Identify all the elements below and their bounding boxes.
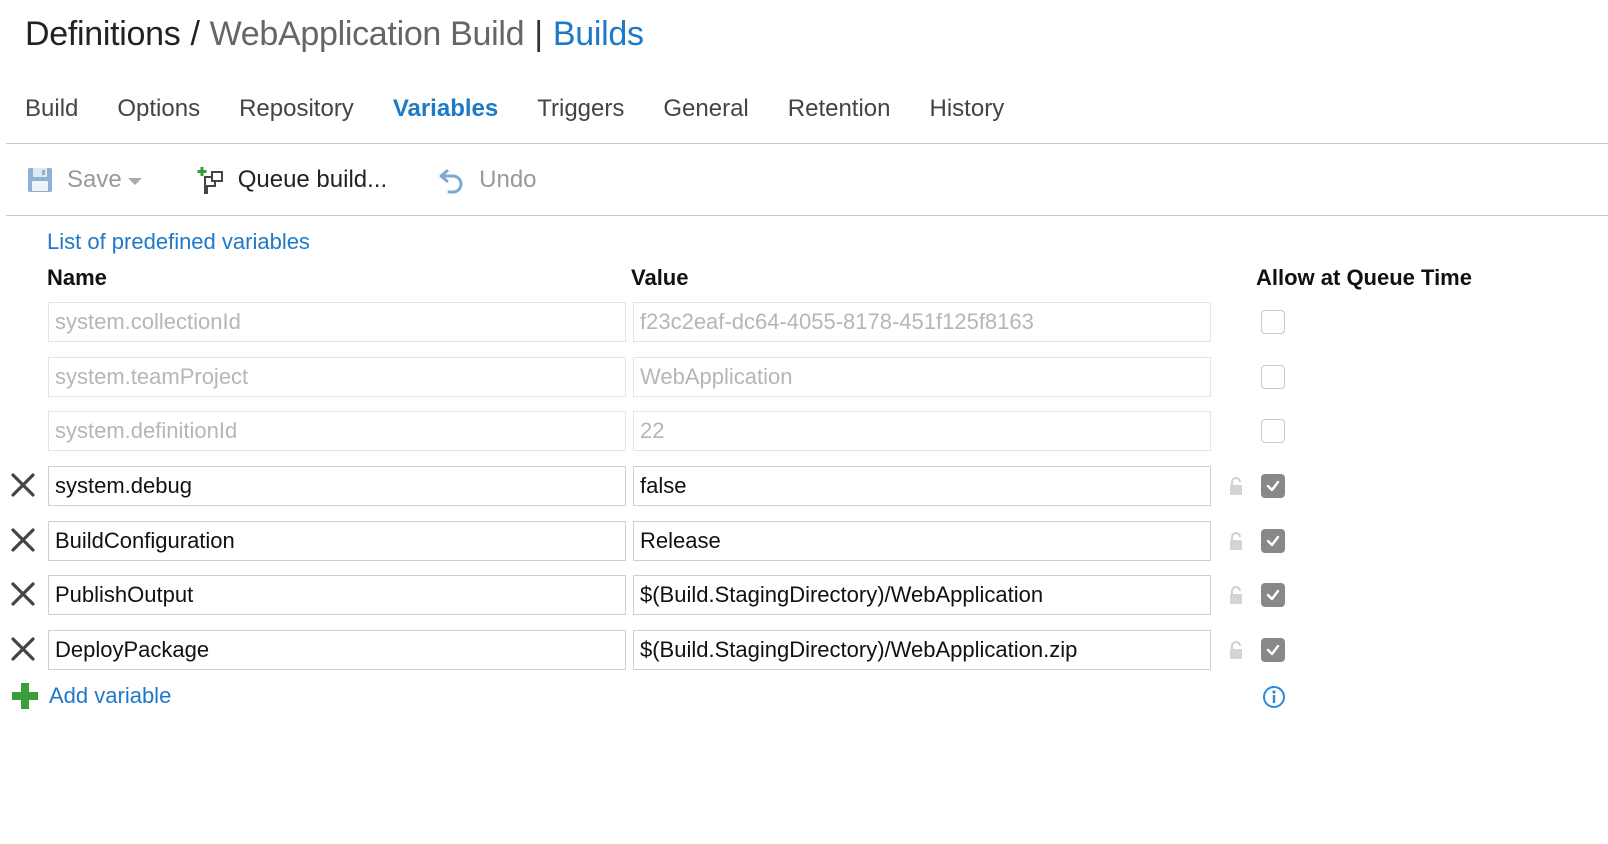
breadcrumb-separator: / <box>190 14 200 53</box>
remove-variable-icon[interactable] <box>8 525 38 555</box>
undo-icon <box>437 165 467 195</box>
tab-history[interactable]: History <box>930 95 1005 123</box>
tab-variables[interactable]: Variables <box>393 95 498 123</box>
allow-queue-checkbox[interactable] <box>1261 365 1285 389</box>
allow-queue-checkbox[interactable] <box>1261 419 1285 443</box>
variable-row <box>0 630 1608 670</box>
variable-value-field[interactable] <box>633 630 1211 670</box>
lock-icon[interactable] <box>1227 640 1245 660</box>
builds-link[interactable]: Builds <box>553 15 644 54</box>
variable-row <box>0 575 1608 615</box>
lock-icon[interactable] <box>1227 531 1245 551</box>
add-variable-label: Add variable <box>49 683 172 708</box>
column-header-name: Name <box>47 265 107 290</box>
tabs-divider <box>6 143 1608 144</box>
lock-icon[interactable] <box>1227 476 1245 496</box>
tab-retention[interactable]: Retention <box>788 95 891 123</box>
allow-queue-checkbox[interactable] <box>1261 310 1285 334</box>
queue-build-label: Queue build... <box>237 166 388 193</box>
tab-options[interactable]: Options <box>117 95 200 123</box>
column-header-allow-queue-time: Allow at Queue Time <box>1256 265 1472 290</box>
column-header-value: Value <box>631 265 689 290</box>
variable-name-field <box>48 411 626 451</box>
page-title: WebApplication Build <box>209 14 525 53</box>
save-label: Save <box>67 166 122 193</box>
remove-variable-icon[interactable] <box>8 634 38 664</box>
variable-value-field[interactable] <box>633 575 1211 615</box>
variable-name-field[interactable] <box>48 521 626 561</box>
undo-label: Undo <box>479 166 537 193</box>
queue-build-icon <box>196 165 226 195</box>
toolbar-divider <box>6 215 1608 216</box>
variable-row <box>0 302 1608 342</box>
predefined-variables-link[interactable]: List of predefined variables <box>47 229 310 255</box>
variable-name-field[interactable] <box>48 630 626 670</box>
info-icon[interactable] <box>1262 685 1286 709</box>
allow-queue-checkbox[interactable] <box>1261 583 1285 607</box>
variable-value-field <box>633 357 1211 397</box>
chevron-down-icon[interactable] <box>127 178 142 185</box>
variable-value-field[interactable] <box>633 466 1211 506</box>
remove-variable-icon[interactable] <box>8 579 38 609</box>
variable-name-field <box>48 302 626 342</box>
allow-queue-checkbox[interactable] <box>1261 638 1285 662</box>
undo-button[interactable]: Undo <box>437 165 537 195</box>
breadcrumb-definitions[interactable]: Definitions <box>25 15 181 54</box>
allow-queue-checkbox[interactable] <box>1261 529 1285 553</box>
lock-icon[interactable] <box>1227 585 1245 605</box>
breadcrumb: Definitions / WebApplication Build | Bui… <box>25 12 644 56</box>
variable-value-field[interactable] <box>633 521 1211 561</box>
toolbar: Save Queue build... Undo <box>25 160 537 200</box>
tab-repository[interactable]: Repository <box>239 95 354 123</box>
tab-general[interactable]: General <box>663 95 748 123</box>
tab-triggers[interactable]: Triggers <box>537 95 624 123</box>
variable-row <box>0 521 1608 561</box>
breadcrumb-pipe: | <box>534 14 543 53</box>
variable-value-field <box>633 411 1211 451</box>
remove-variable-icon[interactable] <box>8 470 38 500</box>
variable-name-field[interactable] <box>48 575 626 615</box>
add-variable-button[interactable]: Add variable <box>11 680 171 712</box>
variable-name-field[interactable] <box>48 466 626 506</box>
variable-value-field <box>633 302 1211 342</box>
floppy-disk-icon <box>25 165 55 195</box>
variable-row <box>0 466 1608 506</box>
variable-row <box>0 411 1608 451</box>
definition-tabs: Build Options Repository Variables Trigg… <box>25 90 1043 128</box>
save-button[interactable]: Save <box>25 165 142 195</box>
tab-build[interactable]: Build <box>25 95 78 123</box>
variable-name-field <box>48 357 626 397</box>
plus-icon <box>11 682 39 710</box>
allow-queue-checkbox[interactable] <box>1261 474 1285 498</box>
queue-build-button[interactable]: Queue build... <box>196 165 387 195</box>
variable-row <box>0 357 1608 397</box>
